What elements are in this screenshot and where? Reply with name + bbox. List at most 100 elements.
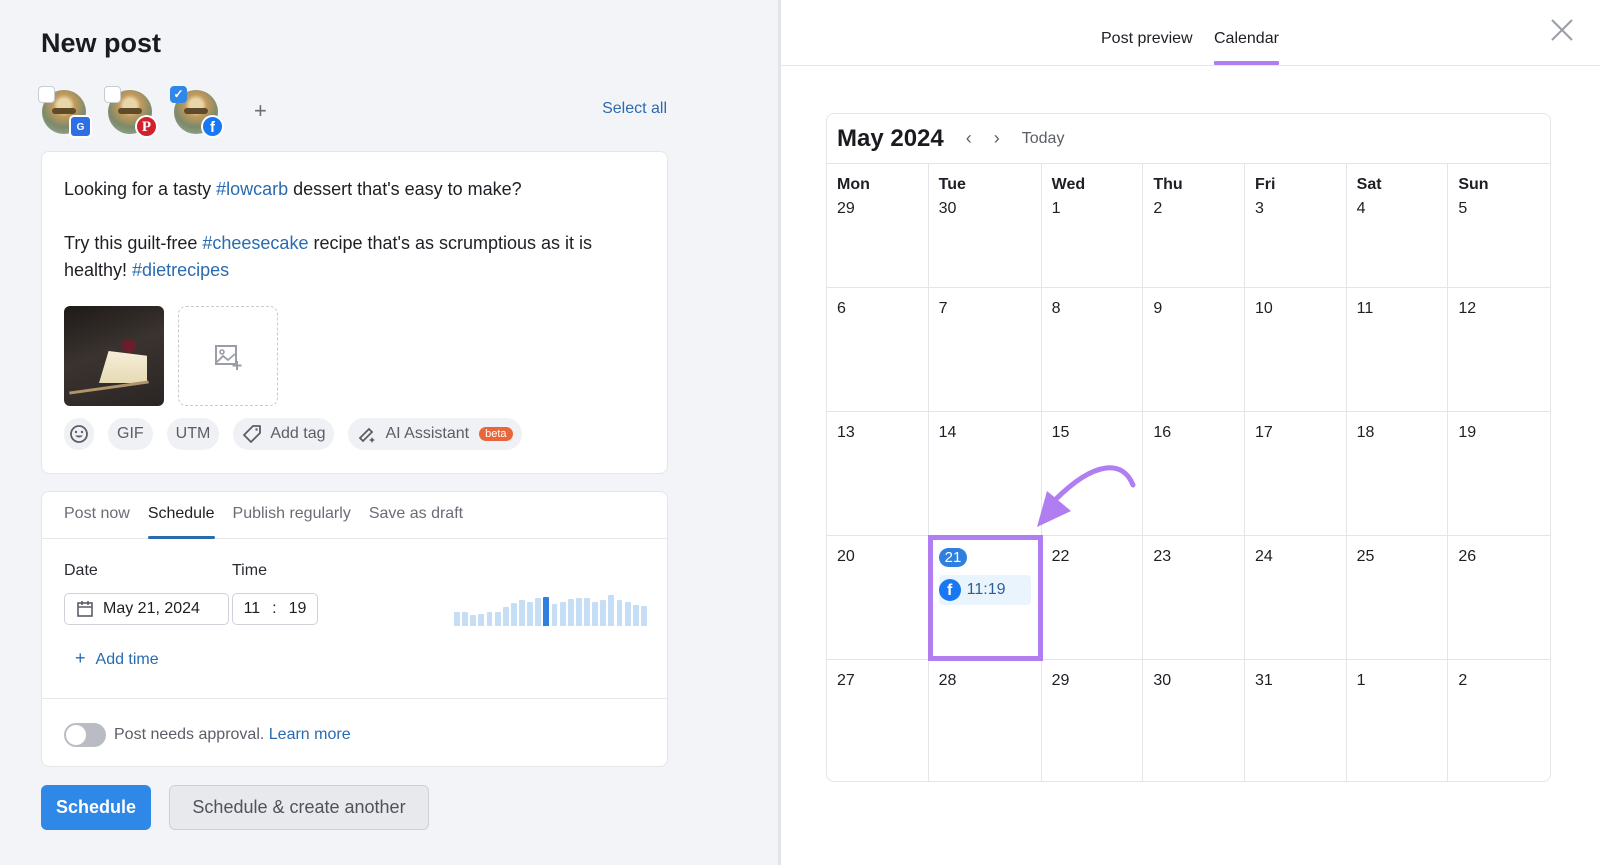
calendar-day-cell[interactable]: 25 (1346, 536, 1449, 660)
calendar-day-cell[interactable]: Wed 1 (1041, 164, 1144, 288)
calendar-day-cell[interactable]: 23 (1143, 536, 1245, 660)
hashtag[interactable]: #cheesecake (202, 233, 308, 253)
activity-bar[interactable] (494, 611, 501, 626)
activity-bar[interactable] (624, 602, 631, 626)
hashtag[interactable]: #lowcarb (216, 179, 288, 199)
activity-bar[interactable] (551, 603, 558, 626)
schedule-and-create-another-button[interactable]: Schedule & create another (169, 785, 429, 830)
calendar-day-cell[interactable]: Mon 29 (827, 164, 929, 288)
time-picker[interactable]: 11 : 19 (232, 593, 318, 625)
tab-schedule[interactable]: Schedule (147, 492, 215, 539)
calendar-day-cell[interactable]: 28 (929, 660, 1042, 781)
calendar-day-cell[interactable]: 18 (1346, 412, 1449, 536)
activity-bar[interactable] (462, 611, 469, 626)
activity-bar[interactable] (519, 599, 525, 626)
calendar-day-cell[interactable]: 19 (1448, 412, 1550, 536)
schedule-button[interactable]: Schedule (41, 785, 151, 830)
select-all-link[interactable]: Select all (602, 100, 667, 118)
calendar-day-cell[interactable]: 8 (1041, 288, 1144, 412)
activity-bar[interactable] (584, 597, 590, 626)
activity-bar[interactable] (575, 597, 582, 626)
day-number: 29 (837, 200, 855, 217)
calendar-day-cell[interactable]: Tue 30 (928, 164, 1042, 288)
calendar-day-cell[interactable]: 16 (1143, 412, 1245, 536)
tab-post-preview[interactable]: Post preview (1101, 30, 1193, 48)
scheduled-post-event[interactable]: f 11:19 (938, 575, 1031, 605)
calendar-day-cell[interactable]: 26 (1448, 536, 1550, 660)
activity-bar[interactable] (502, 606, 509, 626)
add-time-button[interactable]: + Add time (75, 648, 159, 669)
ai-assistant-button[interactable]: AI Assistant beta (348, 418, 522, 450)
account-facebook[interactable]: ✓ f (170, 86, 224, 138)
activity-bar[interactable] (632, 605, 639, 626)
activity-bar[interactable] (510, 602, 517, 626)
prev-month-button[interactable]: ‹ (966, 128, 972, 149)
calendar-day-cell[interactable]: 2 (1448, 660, 1550, 781)
tab-save-as-draft[interactable]: Save as draft (369, 492, 463, 538)
calendar-day-cell[interactable]: 10 (1244, 288, 1347, 412)
activity-bar[interactable] (592, 602, 599, 626)
activity-bar[interactable] (640, 606, 647, 626)
tab-calendar[interactable]: Calendar (1214, 30, 1279, 65)
day-number: 16 (1153, 424, 1172, 441)
activity-bar[interactable] (559, 602, 566, 626)
time-minute[interactable]: 19 (289, 600, 307, 618)
calendar-day-cell-selected[interactable]: 21 f 11:19 (927, 535, 1043, 661)
account-checkbox[interactable] (38, 86, 55, 103)
activity-bar[interactable] (608, 594, 615, 626)
calendar-day-cell[interactable]: 17 (1244, 412, 1347, 536)
activity-bar[interactable] (600, 599, 607, 626)
account-checkbox[interactable] (104, 86, 121, 103)
utm-button[interactable]: UTM (166, 418, 220, 450)
calendar-day-cell[interactable]: 29 (1042, 660, 1144, 781)
gif-button[interactable]: GIF (108, 418, 153, 450)
calendar-day-cell[interactable]: 30 (1143, 660, 1245, 781)
activity-bar[interactable] (567, 598, 574, 626)
calendar-day-cell[interactable]: Sun 5 (1448, 164, 1550, 288)
calendar-day-cell[interactable]: 7 (928, 288, 1042, 412)
activity-bar[interactable] (486, 611, 493, 626)
date-picker[interactable]: May 21, 2024 (64, 593, 229, 625)
activity-bar[interactable] (527, 602, 534, 626)
add-account-button[interactable]: + (254, 98, 267, 124)
attached-image-cheesecake[interactable] (64, 306, 164, 406)
post-text-editor[interactable]: Looking for a tasty #lowcarb dessert tha… (64, 176, 654, 284)
activity-bar[interactable] (478, 613, 485, 626)
calendar-day-cell[interactable]: Thu 2 (1143, 164, 1245, 288)
calendar-day-cell[interactable]: Fri 3 (1244, 164, 1347, 288)
account-checkbox-checked[interactable]: ✓ (170, 86, 187, 103)
learn-more-link[interactable]: Learn more (269, 726, 351, 743)
add-media-button[interactable] (178, 306, 278, 406)
activity-bar[interactable] (543, 596, 550, 626)
calendar-day-cell[interactable]: 6 (827, 288, 929, 412)
account-pinterest[interactable]: P (104, 86, 158, 138)
calendar-day-cell[interactable]: 31 (1245, 660, 1347, 781)
calendar-day-cell[interactable]: 27 (827, 660, 929, 781)
emoji-button[interactable] (64, 418, 94, 450)
activity-bar[interactable] (535, 597, 542, 626)
calendar-day-cell[interactable]: 9 (1143, 288, 1245, 412)
activity-bar[interactable] (616, 599, 623, 626)
calendar-day-cell[interactable]: 1 (1347, 660, 1449, 781)
calendar-day-cell[interactable]: 24 (1244, 536, 1347, 660)
activity-bar[interactable] (470, 614, 477, 626)
tab-post-now[interactable]: Post now (64, 492, 130, 538)
calendar-day-cell[interactable]: 15 (1041, 412, 1144, 536)
calendar-day-cell[interactable]: 20 (827, 536, 929, 660)
calendar-day-cell[interactable]: 11 (1346, 288, 1449, 412)
today-button[interactable]: Today (1022, 130, 1065, 148)
close-button[interactable] (1550, 18, 1574, 47)
add-tag-button[interactable]: Add tag (233, 418, 335, 450)
calendar-day-cell[interactable]: 14 (928, 412, 1042, 536)
time-hour[interactable]: 11 (244, 600, 261, 618)
account-google-business[interactable]: G (38, 86, 92, 138)
hashtag[interactable]: #dietrecipes (132, 260, 229, 280)
calendar-day-cell[interactable]: 12 (1448, 288, 1550, 412)
activity-bar[interactable] (454, 611, 460, 626)
calendar-day-cell[interactable]: 13 (827, 412, 929, 536)
approval-toggle[interactable] (64, 723, 106, 747)
calendar-day-cell[interactable]: 22 (1041, 536, 1144, 660)
calendar-day-cell[interactable]: Sat 4 (1346, 164, 1449, 288)
tab-publish-regularly[interactable]: Publish regularly (233, 492, 351, 538)
next-month-button[interactable]: › (994, 128, 1000, 149)
